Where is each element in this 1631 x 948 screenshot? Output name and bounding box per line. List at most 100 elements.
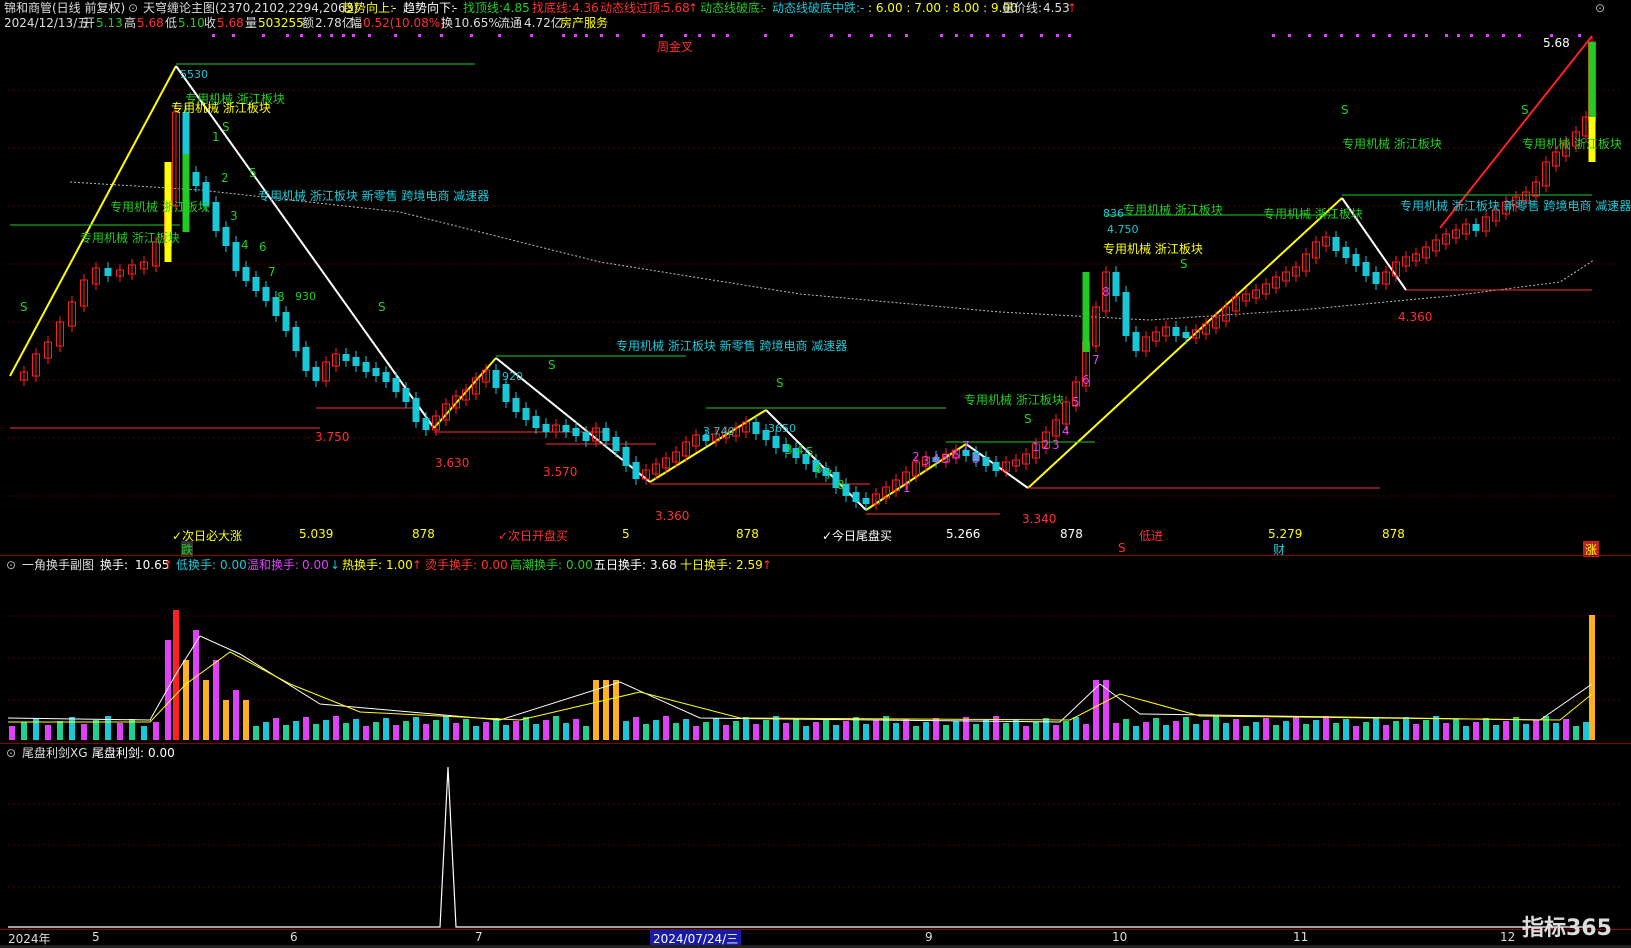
top-tick — [712, 34, 715, 37]
candle-body — [402, 388, 410, 402]
candle-body — [262, 287, 270, 301]
turnover-bar — [413, 717, 419, 740]
turnover-bar — [603, 680, 609, 740]
gear-icon[interactable]: ⊙ — [6, 745, 16, 762]
candle-body — [612, 437, 620, 451]
candle-body — [292, 327, 300, 351]
top-tick — [642, 34, 645, 37]
turnover-bar — [653, 720, 659, 740]
candle-body — [222, 227, 230, 246]
sub1-name[interactable]: 一角换手副图 — [22, 557, 94, 574]
top-tick — [1486, 34, 1489, 37]
tail-signal-chart[interactable] — [0, 762, 1631, 928]
top-tick — [1425, 34, 1428, 37]
candle-body — [252, 277, 260, 291]
low-turn-label: 低换手: — [176, 558, 217, 572]
turnover-bar — [1163, 725, 1169, 740]
candle-body — [1588, 117, 1596, 162]
turnover-bar — [843, 721, 849, 740]
turnover-bar — [1253, 722, 1259, 740]
turnover-bar — [1183, 717, 1189, 740]
panel-divider — [0, 743, 1631, 744]
top-tick — [1412, 34, 1415, 37]
sub2-header: ⊙ 尾盘利剑XG 尾盘利剑: 0.00 — [0, 745, 1631, 762]
turnover-bar — [1423, 720, 1429, 740]
turnover-bar — [713, 718, 719, 740]
sub2-name[interactable]: 尾盘利剑XG — [22, 745, 88, 762]
logo: 指标365 — [1522, 916, 1612, 941]
candle-body — [192, 172, 200, 186]
quote-date: 2024/12/13/五 — [4, 16, 90, 30]
candle-body — [1172, 327, 1180, 336]
top-tick — [1404, 34, 1407, 37]
candle-body — [622, 447, 630, 466]
high-label: 高 — [124, 16, 137, 30]
top-tick — [616, 34, 619, 37]
main-kline-chart[interactable] — [0, 32, 1631, 554]
turnover-bar — [1123, 719, 1129, 740]
turnover-bar — [1373, 718, 1379, 740]
sub2-val: 0.00 — [148, 746, 175, 760]
candle-body — [164, 162, 172, 262]
turnover-bar — [1303, 724, 1309, 740]
candle-body — [1342, 247, 1350, 258]
candle-body — [602, 428, 610, 441]
turnover-bar — [1053, 725, 1059, 740]
turnover-bar — [393, 725, 399, 740]
top-tick — [262, 34, 265, 37]
turnover-bar — [423, 724, 429, 740]
turnover-bar — [1293, 717, 1299, 740]
candle-body — [232, 242, 240, 271]
sub1-header: ⊙ 一角换手副图 换手: 10.65 ↑ 低换手: 0.00 温和换手: 0.0… — [0, 557, 1631, 574]
turnover-bar — [703, 722, 709, 740]
candle-body — [202, 182, 210, 206]
turnover-bar — [523, 717, 529, 740]
top-tick — [870, 34, 873, 37]
turnover-bar — [81, 724, 87, 740]
turnover-bar — [683, 719, 689, 740]
top-tick — [1308, 34, 1311, 37]
close-val: 5.68 — [217, 16, 244, 30]
candle-body — [762, 430, 770, 440]
date-axis[interactable]: 2024年 5 6 7 2024/07/24/三 9 10 11 12 — [0, 929, 1631, 947]
top-tick — [318, 34, 321, 37]
top-tick — [1578, 34, 1581, 37]
candle-body — [862, 498, 870, 504]
turnover-bar — [263, 722, 269, 740]
turnover-bar — [165, 640, 171, 740]
candle-body — [522, 408, 530, 420]
float-val: 4.72亿 — [524, 16, 563, 30]
turnover-bar — [863, 724, 869, 740]
turnover-bar-chart[interactable] — [0, 574, 1631, 742]
turnover-bar — [213, 660, 219, 740]
turnover-bar — [1083, 724, 1089, 740]
turnover-bar — [563, 723, 569, 740]
turnover-bar — [833, 725, 839, 740]
turnover-bar — [1583, 722, 1589, 740]
top-tick — [394, 34, 397, 37]
top-tick — [1040, 34, 1043, 37]
turnover-bar — [183, 660, 189, 740]
turnover-bar — [953, 721, 959, 740]
turnover-bar — [9, 726, 15, 740]
gear-icon[interactable]: ⊙ — [6, 557, 16, 574]
candle-body — [422, 418, 430, 430]
candle-body — [1372, 272, 1380, 284]
candle-body — [1082, 272, 1090, 352]
top-tick — [232, 34, 235, 37]
turnover-bar — [323, 720, 329, 740]
turnover-bar — [553, 716, 559, 740]
turnover-bar — [1263, 718, 1269, 740]
top-tick — [1340, 34, 1343, 37]
candle-body — [782, 444, 790, 452]
arrow-up-icon: ↑ — [762, 558, 773, 572]
turnover-bar — [223, 700, 229, 740]
close-label: 收 — [204, 16, 217, 30]
ma-line — [69, 181, 1595, 321]
tide-turn-label: 高潮换手: — [510, 558, 563, 572]
turnover-bar — [1173, 721, 1179, 740]
top-tick — [1470, 34, 1473, 37]
top-tick — [368, 34, 371, 37]
turnover-bar — [1273, 725, 1279, 740]
chg-val: 0.52(10.08%) — [363, 16, 445, 30]
